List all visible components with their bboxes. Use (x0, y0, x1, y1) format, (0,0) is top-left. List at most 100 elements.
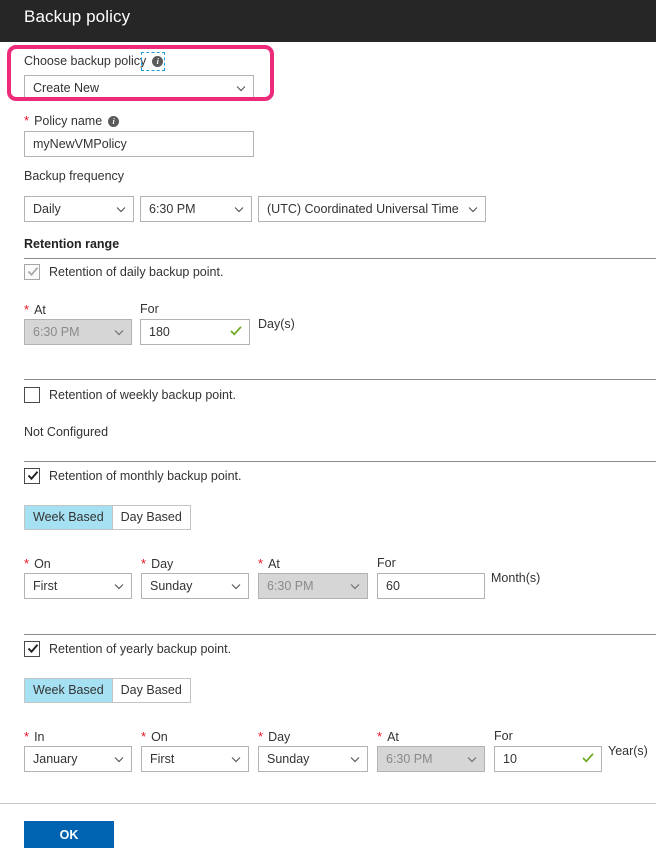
backup-frequency-dropdown[interactable]: Daily (24, 196, 134, 222)
monthly-retention-label: Retention of monthly backup point. (49, 469, 242, 483)
weekly-retention-label: Retention of weekly backup point. (49, 388, 236, 402)
chevron-down-icon (116, 205, 126, 214)
yearly-for-input[interactable]: 10 (494, 746, 602, 772)
choose-backup-policy-dropdown[interactable]: Create New (24, 75, 254, 101)
backup-frequency-label: Backup frequency (24, 169, 125, 183)
monthly-for-label: For (377, 556, 396, 570)
backup-time-value: 6:30 PM (149, 202, 196, 216)
chevron-down-icon (467, 755, 477, 764)
daily-retention-checkbox[interactable] (24, 264, 40, 280)
daily-at-label-text: At (34, 303, 46, 317)
monthly-on-label-text: On (34, 557, 51, 571)
monthly-on-dropdown[interactable]: First (24, 573, 132, 599)
monthly-retention-mode-toggle[interactable]: Week Based Day Based (24, 505, 191, 530)
weekly-not-configured-text: Not Configured (24, 425, 109, 439)
required-asterisk: * (258, 556, 264, 571)
yearly-tab-day-based[interactable]: Day Based (111, 679, 190, 702)
yearly-retention-label: Retention of yearly backup point. (49, 642, 232, 656)
yearly-on-label-text: On (151, 730, 168, 744)
yearly-on-value: First (150, 752, 175, 766)
monthly-for-input[interactable]: 60 (377, 573, 485, 599)
yearly-on-label: * On (141, 729, 168, 745)
policy-name-label-text: Policy name (34, 114, 103, 128)
yearly-day-label: * Day (258, 729, 290, 745)
footer-divider (0, 803, 656, 804)
choose-backup-policy-value: Create New (33, 81, 99, 95)
monthly-retention-checkbox[interactable] (24, 468, 40, 484)
yearly-at-value: 6:30 PM (386, 752, 433, 766)
choose-backup-policy-label-text: Choose backup policy (24, 54, 147, 68)
monthly-at-label: * At (258, 556, 280, 572)
daily-for-input[interactable]: 180 (140, 319, 250, 345)
check-icon (230, 325, 242, 339)
required-asterisk: * (377, 729, 383, 744)
yearly-day-dropdown[interactable]: Sunday (258, 746, 368, 772)
yearly-for-label: For (494, 729, 513, 743)
backup-policy-blade: Backup policy Choose backup policy i Cre… (0, 0, 656, 848)
policy-name-input[interactable]: myNewVMPolicy (24, 131, 254, 157)
timezone-dropdown[interactable]: (UTC) Coordinated Universal Time (258, 196, 486, 222)
check-icon (27, 469, 39, 483)
yearly-in-dropdown[interactable]: January (24, 746, 132, 772)
page-title: Backup policy (24, 7, 131, 26)
yearly-for-unit: Year(s) (608, 744, 648, 758)
yearly-retention-checkbox-row[interactable]: Retention of yearly backup point. (24, 641, 231, 657)
weekly-retention-checkbox[interactable] (24, 387, 40, 403)
daily-retention-checkbox-row[interactable]: Retention of daily backup point. (24, 264, 223, 280)
blade-header: Backup policy (0, 0, 656, 42)
yearly-tab-week-based[interactable]: Week Based (25, 679, 112, 702)
yearly-on-dropdown[interactable]: First (141, 746, 249, 772)
check-icon (27, 642, 39, 656)
yearly-retention-mode-toggle[interactable]: Week Based Day Based (24, 678, 191, 703)
retention-range-title: Retention range (24, 237, 120, 251)
check-icon (27, 265, 39, 279)
yearly-at-dropdown: 6:30 PM (377, 746, 485, 772)
monthly-tab-day-based[interactable]: Day Based (111, 506, 190, 529)
backup-time-dropdown[interactable]: 6:30 PM (140, 196, 252, 222)
yearly-in-value: January (33, 752, 78, 766)
monthly-tab-week-based[interactable]: Week Based (25, 506, 112, 529)
policy-name-label: * Policy name i (24, 113, 120, 129)
monthly-day-dropdown[interactable]: Sunday (141, 573, 249, 599)
monthly-at-dropdown: 6:30 PM (258, 573, 368, 599)
required-asterisk: * (258, 729, 264, 744)
section-divider (24, 634, 656, 635)
info-icon[interactable]: i (108, 115, 120, 127)
required-asterisk: * (24, 556, 30, 571)
chevron-down-icon (231, 755, 241, 764)
required-asterisk: * (24, 113, 30, 128)
yearly-at-label-text: At (387, 730, 399, 744)
chevron-down-icon (234, 205, 244, 214)
required-asterisk: * (141, 729, 147, 744)
chevron-down-icon (350, 582, 360, 591)
yearly-in-label-text: In (34, 730, 45, 744)
chevron-down-icon (468, 205, 478, 214)
chevron-down-icon (114, 755, 124, 764)
section-divider (24, 461, 656, 462)
check-icon (582, 752, 594, 766)
yearly-at-label: * At (377, 729, 399, 745)
daily-for-value: 180 (149, 325, 170, 339)
daily-at-dropdown: 6:30 PM (24, 319, 132, 345)
monthly-day-value: Sunday (150, 579, 193, 593)
monthly-at-value: 6:30 PM (267, 579, 314, 593)
ok-button[interactable]: OK (24, 821, 114, 848)
weekly-retention-checkbox-row[interactable]: Retention of weekly backup point. (24, 387, 236, 403)
required-asterisk: * (24, 302, 30, 317)
choose-backup-policy-label-row: Choose backup policy i (24, 53, 164, 69)
daily-at-label: * At (24, 302, 46, 318)
chevron-down-icon (236, 84, 246, 93)
daily-retention-label: Retention of daily backup point. (49, 265, 224, 279)
monthly-for-unit: Month(s) (491, 571, 541, 585)
section-divider (24, 379, 656, 380)
yearly-retention-checkbox[interactable] (24, 641, 40, 657)
daily-for-unit: Day(s) (258, 317, 295, 331)
backup-frequency-value: Daily (33, 202, 61, 216)
required-asterisk: * (141, 556, 147, 571)
monthly-retention-checkbox-row[interactable]: Retention of monthly backup point. (24, 468, 241, 484)
info-icon[interactable]: i (152, 55, 164, 67)
yearly-day-label-text: Day (268, 730, 291, 744)
monthly-for-value: 60 (386, 579, 400, 593)
monthly-day-label: * Day (141, 556, 173, 572)
yearly-day-value: Sunday (267, 752, 310, 766)
